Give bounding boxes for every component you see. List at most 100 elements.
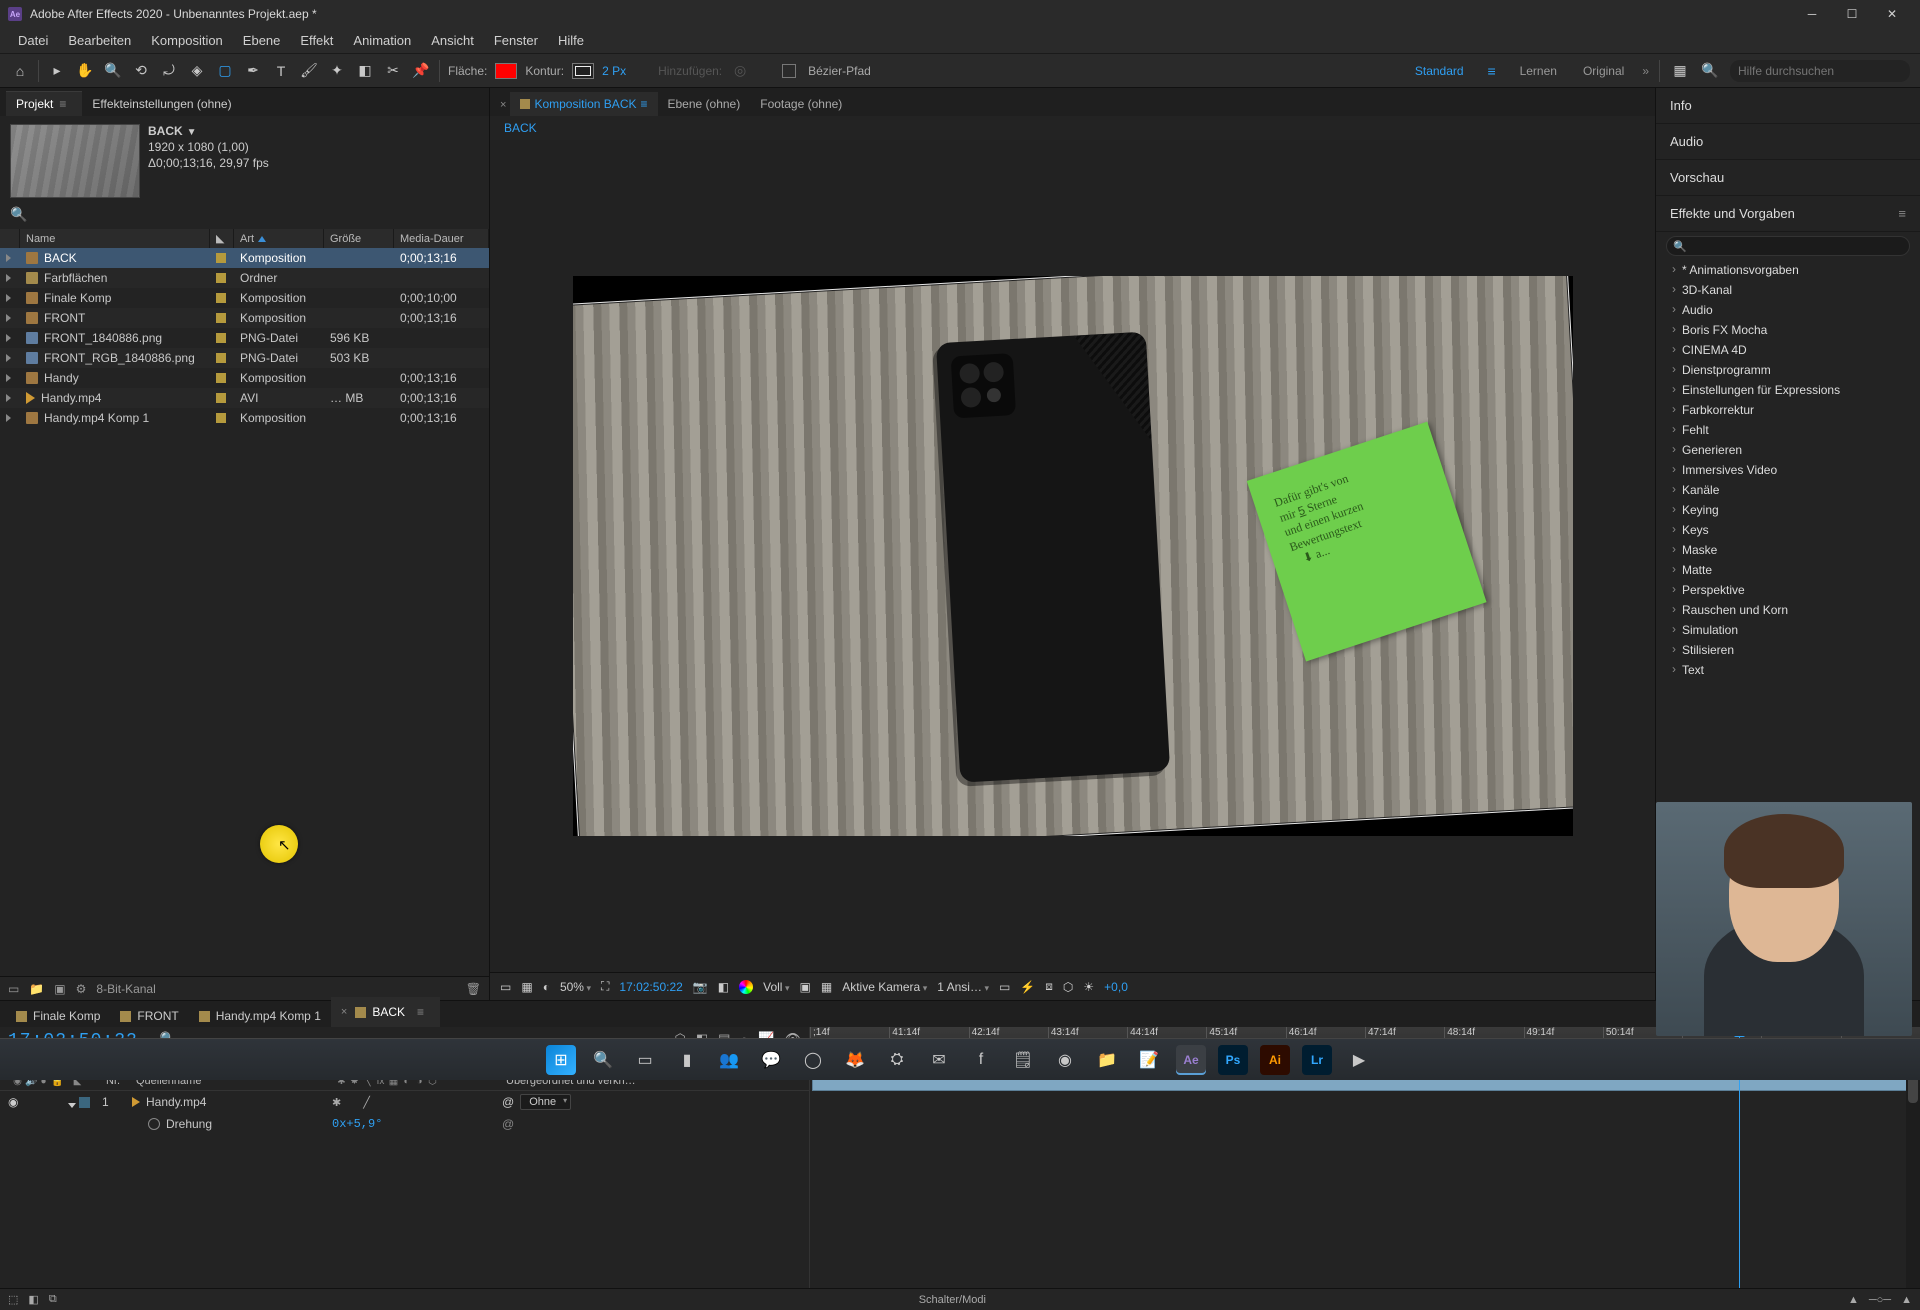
- col-name[interactable]: Name: [20, 229, 210, 248]
- taskbar-taskview-icon[interactable]: ▭: [630, 1045, 660, 1075]
- channel-icon[interactable]: [739, 980, 753, 994]
- minimize-button[interactable]: ─: [1792, 0, 1832, 28]
- panel-menu-icon[interactable]: ≡: [411, 1001, 430, 1023]
- menu-bearbeiten[interactable]: Bearbeiten: [58, 29, 141, 52]
- selection-tool-icon[interactable]: ▸: [47, 61, 67, 81]
- tl-tab-0[interactable]: Finale Komp: [6, 1005, 110, 1027]
- project-settings-icon[interactable]: ⚙: [76, 982, 87, 996]
- menu-animation[interactable]: Animation: [343, 29, 421, 52]
- taskbar-editor-icon[interactable]: 📝: [1134, 1045, 1164, 1075]
- taskbar-teams-icon[interactable]: 👥: [714, 1045, 744, 1075]
- effects-category[interactable]: Maske: [1656, 540, 1920, 560]
- show-snapshot-icon[interactable]: ◧: [718, 980, 729, 994]
- col-size[interactable]: Größe: [324, 229, 394, 248]
- zoom-in-icon[interactable]: ▲: [1901, 1294, 1912, 1306]
- twirl-icon[interactable]: [6, 354, 11, 362]
- current-time[interactable]: 17:02:50:22: [619, 980, 682, 994]
- effects-category[interactable]: Matte: [1656, 560, 1920, 580]
- menu-effekt[interactable]: Effekt: [290, 29, 343, 52]
- menu-ansicht[interactable]: Ansicht: [421, 29, 484, 52]
- taskbar-explorer-icon[interactable]: 📁: [1092, 1045, 1122, 1075]
- effects-category[interactable]: Farbkorrektur: [1656, 400, 1920, 420]
- taskbar-ai-icon[interactable]: Ai: [1260, 1045, 1290, 1075]
- stroke-width[interactable]: 2 Px: [602, 64, 626, 78]
- roto-tool-icon[interactable]: ✂: [383, 61, 403, 81]
- effects-category[interactable]: Immersives Video: [1656, 460, 1920, 480]
- taskbar-start-icon[interactable]: ⊞: [546, 1045, 576, 1075]
- menu-datei[interactable]: Datei: [8, 29, 58, 52]
- twirl-icon[interactable]: [6, 334, 11, 342]
- tl-tab-1[interactable]: FRONT: [110, 1005, 188, 1027]
- panel-menu-icon[interactable]: ≡: [1898, 206, 1906, 221]
- taskbar-lr-icon[interactable]: Lr: [1302, 1045, 1332, 1075]
- grid-icon[interactable]: ▦: [521, 980, 532, 994]
- snapping-icon[interactable]: ▦: [1670, 61, 1690, 81]
- effects-category[interactable]: Fehlt: [1656, 420, 1920, 440]
- flowchart-icon[interactable]: ⬡: [1063, 980, 1073, 994]
- pixel-aspect-icon[interactable]: ▭: [999, 980, 1010, 994]
- toggle-modes-icon[interactable]: ◧: [28, 1293, 38, 1306]
- taskbar-firefox-icon[interactable]: 🦊: [840, 1045, 870, 1075]
- parent-dropdown[interactable]: Ohne: [520, 1094, 571, 1110]
- twirl-icon[interactable]: [6, 414, 11, 422]
- effects-category[interactable]: Kanäle: [1656, 480, 1920, 500]
- puppet-tool-icon[interactable]: 📌: [411, 61, 431, 81]
- tab-effekteinstellungen[interactable]: Effekteinstellungen (ohne): [82, 92, 241, 116]
- effects-category[interactable]: Audio: [1656, 300, 1920, 320]
- taskbar-notes-icon[interactable]: 🗒: [1008, 1045, 1038, 1075]
- layer-bounds[interactable]: Dafür gibt's vonmir 5 Sterneund einen ku…: [573, 276, 1573, 836]
- close-button[interactable]: ✕: [1872, 0, 1912, 28]
- effects-category[interactable]: Generieren: [1656, 440, 1920, 460]
- timeline-layer-row[interactable]: ◉ 1 Handy.mp4 ✱╱ @Ohne: [0, 1091, 809, 1113]
- project-item[interactable]: BACKKomposition0;00;13;16: [0, 248, 489, 268]
- twirl-icon[interactable]: [6, 274, 11, 282]
- effects-search-input[interactable]: 🔍: [1666, 236, 1910, 256]
- layer-name-text[interactable]: Handy.mp4: [146, 1095, 206, 1109]
- effects-category[interactable]: Einstellungen für Expressions: [1656, 380, 1920, 400]
- search-icon[interactable]: 🔍: [10, 206, 27, 223]
- hand-tool-icon[interactable]: ✋: [75, 61, 95, 81]
- project-item[interactable]: FarbflächenOrdner: [0, 268, 489, 288]
- stroke-swatch[interactable]: [572, 63, 594, 79]
- interpret-footage-icon[interactable]: ▭: [8, 982, 19, 996]
- effects-category[interactable]: Keying: [1656, 500, 1920, 520]
- clone-tool-icon[interactable]: ✦: [327, 61, 347, 81]
- help-search-input[interactable]: [1730, 60, 1910, 82]
- trash-icon[interactable]: 🗑: [466, 982, 481, 996]
- mask-icon[interactable]: ◐: [543, 980, 550, 994]
- timeline-vscroll[interactable]: [1906, 1071, 1920, 1288]
- camera-dropdown[interactable]: Aktive Kamera: [842, 980, 927, 994]
- panel-audio[interactable]: Audio: [1656, 124, 1920, 160]
- transparency-icon[interactable]: ▦: [821, 980, 832, 994]
- label-swatch[interactable]: [216, 273, 226, 283]
- pickwhip-icon[interactable]: @: [502, 1095, 514, 1109]
- taskbar-ps-icon[interactable]: Ps: [1218, 1045, 1248, 1075]
- zoom-slider[interactable]: ─○─: [1869, 1294, 1891, 1306]
- panel-info[interactable]: Info: [1656, 88, 1920, 124]
- label-swatch[interactable]: [216, 253, 226, 263]
- close-tab-icon[interactable]: ×: [496, 94, 510, 116]
- expression-pickwhip-icon[interactable]: @: [502, 1117, 514, 1131]
- effects-category[interactable]: 3D-Kanal: [1656, 280, 1920, 300]
- type-tool-icon[interactable]: T: [271, 61, 291, 81]
- toggle-switches-icon[interactable]: ⬚: [8, 1293, 18, 1306]
- resolution-icon[interactable]: ⛶: [601, 979, 609, 994]
- rotate-tool-icon[interactable]: ⤾: [159, 61, 179, 81]
- exposure-value[interactable]: +0,0: [1104, 980, 1128, 994]
- menu-fenster[interactable]: Fenster: [484, 29, 548, 52]
- workspace-overflow[interactable]: »: [1642, 64, 1649, 78]
- exposure-reset-icon[interactable]: ☀: [1083, 980, 1094, 994]
- project-item[interactable]: Handy.mp4AVI… MB0;00;13;16: [0, 388, 489, 408]
- tab-projekt[interactable]: Projekt≡: [6, 91, 82, 116]
- rectangle-tool-icon[interactable]: ▢: [215, 61, 235, 81]
- effects-category[interactable]: Stilisieren: [1656, 640, 1920, 660]
- switches-modes-toggle[interactable]: Schalter/Modi: [919, 1294, 986, 1306]
- home-icon[interactable]: ⌂: [10, 61, 30, 81]
- col-type[interactable]: Art: [234, 229, 324, 248]
- switch-quality[interactable]: ✱: [332, 1096, 341, 1109]
- effects-category[interactable]: Text: [1656, 660, 1920, 680]
- effects-category[interactable]: Rauschen und Korn: [1656, 600, 1920, 620]
- project-item[interactable]: HandyKomposition0;00;13;16: [0, 368, 489, 388]
- effects-category[interactable]: * Animationsvorgaben: [1656, 260, 1920, 280]
- brush-tool-icon[interactable]: 🖌: [299, 61, 319, 81]
